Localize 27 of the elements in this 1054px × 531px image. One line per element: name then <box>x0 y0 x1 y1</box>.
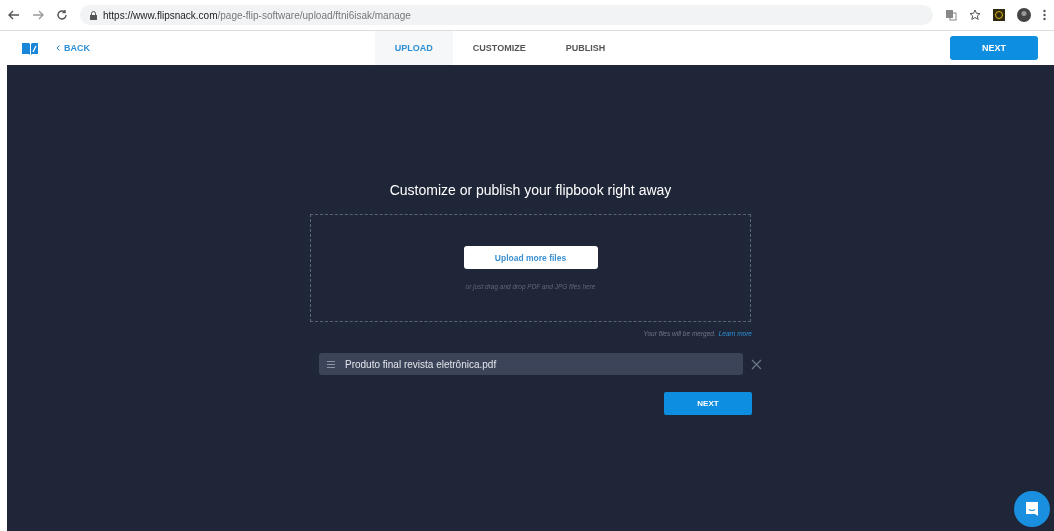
drag-handle-icon <box>327 360 335 368</box>
back-arrow-icon[interactable] <box>8 10 20 20</box>
extension-icon[interactable] <box>993 9 1005 21</box>
avatar-icon[interactable] <box>1017 8 1031 22</box>
file-name: Produto final revista eletrônica.pdf <box>345 358 497 370</box>
forward-arrow-icon[interactable] <box>32 10 44 20</box>
nav-tab[interactable]: PUBLISH <box>545 31 626 65</box>
close-icon[interactable] <box>751 358 762 370</box>
back-link[interactable]: BACK <box>56 43 90 53</box>
chat-icon <box>1024 501 1040 517</box>
nav-tab[interactable]: UPLOAD <box>374 31 453 65</box>
next-button[interactable]: NEXT <box>950 36 1038 60</box>
url-text: https://www.flipsnack.com/page-flip-software/upload/ftni6isak/manage <box>103 9 411 21</box>
file-item[interactable]: Produto final revista eletrônica.pdf <box>319 353 743 375</box>
nav-tab[interactable]: CUSTOMIZE <box>452 31 546 65</box>
upload-button[interactable]: Upload more files <box>463 246 598 269</box>
chevron-icon <box>56 45 60 51</box>
chat-button[interactable] <box>1014 491 1050 527</box>
star-icon[interactable] <box>969 9 981 21</box>
lock-icon <box>90 10 97 20</box>
menu-icon[interactable] <box>1043 9 1046 21</box>
logo-icon[interactable] <box>22 41 38 55</box>
address-bar[interactable]: https://www.flipsnack.com/page-flip-software/upload/ftni6isak/manage <box>80 5 933 25</box>
page-title: Customize or publish your flipbook right away <box>389 182 672 198</box>
translate-icon[interactable] <box>945 9 957 21</box>
next-button[interactable]: NEXT <box>664 392 752 415</box>
reload-icon[interactable] <box>56 9 68 21</box>
